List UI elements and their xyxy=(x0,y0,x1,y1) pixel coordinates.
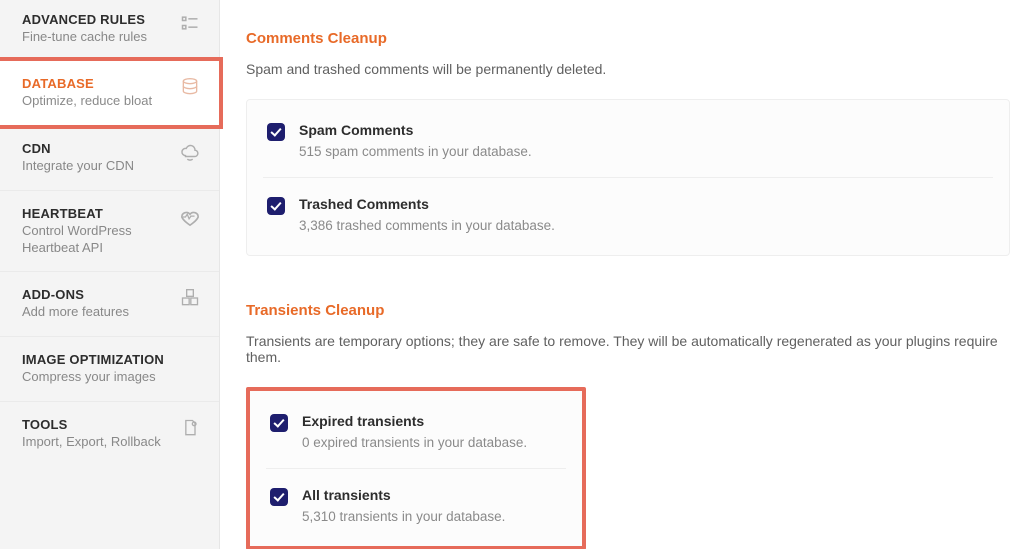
option-sub: 515 spam comments in your database. xyxy=(299,144,532,159)
sidebar-item-database[interactable]: DATABASE Optimize, reduce bloat xyxy=(0,57,223,129)
sidebar-item-heartbeat[interactable]: HEARTBEAT Control WordPress Heartbeat AP… xyxy=(0,190,219,272)
sidebar-item-sub: Integrate your CDN xyxy=(22,158,171,175)
option-label: Expired transients xyxy=(302,413,527,429)
sidebar-item-cdn[interactable]: CDN Integrate your CDN xyxy=(0,125,219,190)
transients-cleanup-section: Transients Cleanup Transients are tempor… xyxy=(246,302,1010,549)
transients-options-box: Expired transients 0 expired transients … xyxy=(246,387,586,549)
list-icon xyxy=(179,12,201,34)
option-spam-comments[interactable]: Spam Comments 515 spam comments in your … xyxy=(263,104,993,177)
section-desc: Spam and trashed comments will be perman… xyxy=(246,61,1010,77)
option-label: Spam Comments xyxy=(299,122,532,138)
heartbeat-icon xyxy=(179,206,201,228)
checkbox-checked-icon[interactable] xyxy=(270,488,288,506)
sidebar-item-sub: Optimize, reduce bloat xyxy=(22,93,171,110)
sidebar-item-advanced-rules[interactable]: ADVANCED RULES Fine-tune cache rules xyxy=(0,4,219,61)
option-expired-transients[interactable]: Expired transients 0 expired transients … xyxy=(266,395,566,468)
option-sub: 0 expired transients in your database. xyxy=(302,435,527,450)
sidebar-item-sub: Fine-tune cache rules xyxy=(22,29,171,46)
document-gear-icon xyxy=(179,417,201,439)
sidebar-item-image-optimization[interactable]: IMAGE OPTIMIZATION Compress your images xyxy=(0,336,219,401)
option-trashed-comments[interactable]: Trashed Comments 3,386 trashed comments … xyxy=(263,177,993,251)
sidebar-item-sub: Add more features xyxy=(22,304,171,321)
settings-main: Comments Cleanup Spam and trashed commen… xyxy=(220,0,1024,549)
checkbox-checked-icon[interactable] xyxy=(267,197,285,215)
option-sub: 5,310 transients in your database. xyxy=(302,509,505,524)
sidebar-item-label: ADVANCED RULES xyxy=(22,12,171,27)
sidebar-item-label: DATABASE xyxy=(22,76,171,91)
cloud-icon xyxy=(179,141,201,163)
sidebar-item-label: ADD-ONS xyxy=(22,287,171,302)
checkbox-checked-icon[interactable] xyxy=(270,414,288,432)
boxes-icon xyxy=(179,287,201,309)
sidebar-item-label: IMAGE OPTIMIZATION xyxy=(22,352,201,367)
sidebar-item-label: CDN xyxy=(22,141,171,156)
checkbox-checked-icon[interactable] xyxy=(267,123,285,141)
comments-cleanup-section: Comments Cleanup Spam and trashed commen… xyxy=(246,30,1010,256)
sidebar-item-sub: Compress your images xyxy=(22,369,201,386)
sidebar-item-tools[interactable]: TOOLS Import, Export, Rollback xyxy=(0,401,219,466)
sidebar-item-sub: Control WordPress Heartbeat API xyxy=(22,223,171,257)
option-all-transients[interactable]: All transients 5,310 transients in your … xyxy=(266,468,566,542)
option-sub: 3,386 trashed comments in your database. xyxy=(299,218,555,233)
settings-sidebar: ADVANCED RULES Fine-tune cache rules DAT… xyxy=(0,0,220,549)
option-label: Trashed Comments xyxy=(299,196,555,212)
option-label: All transients xyxy=(302,487,505,503)
database-icon xyxy=(179,76,201,98)
comments-options-box: Spam Comments 515 spam comments in your … xyxy=(246,99,1010,256)
sidebar-item-sub: Import, Export, Rollback xyxy=(22,434,171,451)
section-title: Comments Cleanup xyxy=(246,30,1010,47)
section-title: Transients Cleanup xyxy=(246,302,1010,319)
section-desc: Transients are temporary options; they a… xyxy=(246,333,1010,365)
sidebar-item-addons[interactable]: ADD-ONS Add more features xyxy=(0,271,219,336)
sidebar-item-label: HEARTBEAT xyxy=(22,206,171,221)
sidebar-item-label: TOOLS xyxy=(22,417,171,432)
